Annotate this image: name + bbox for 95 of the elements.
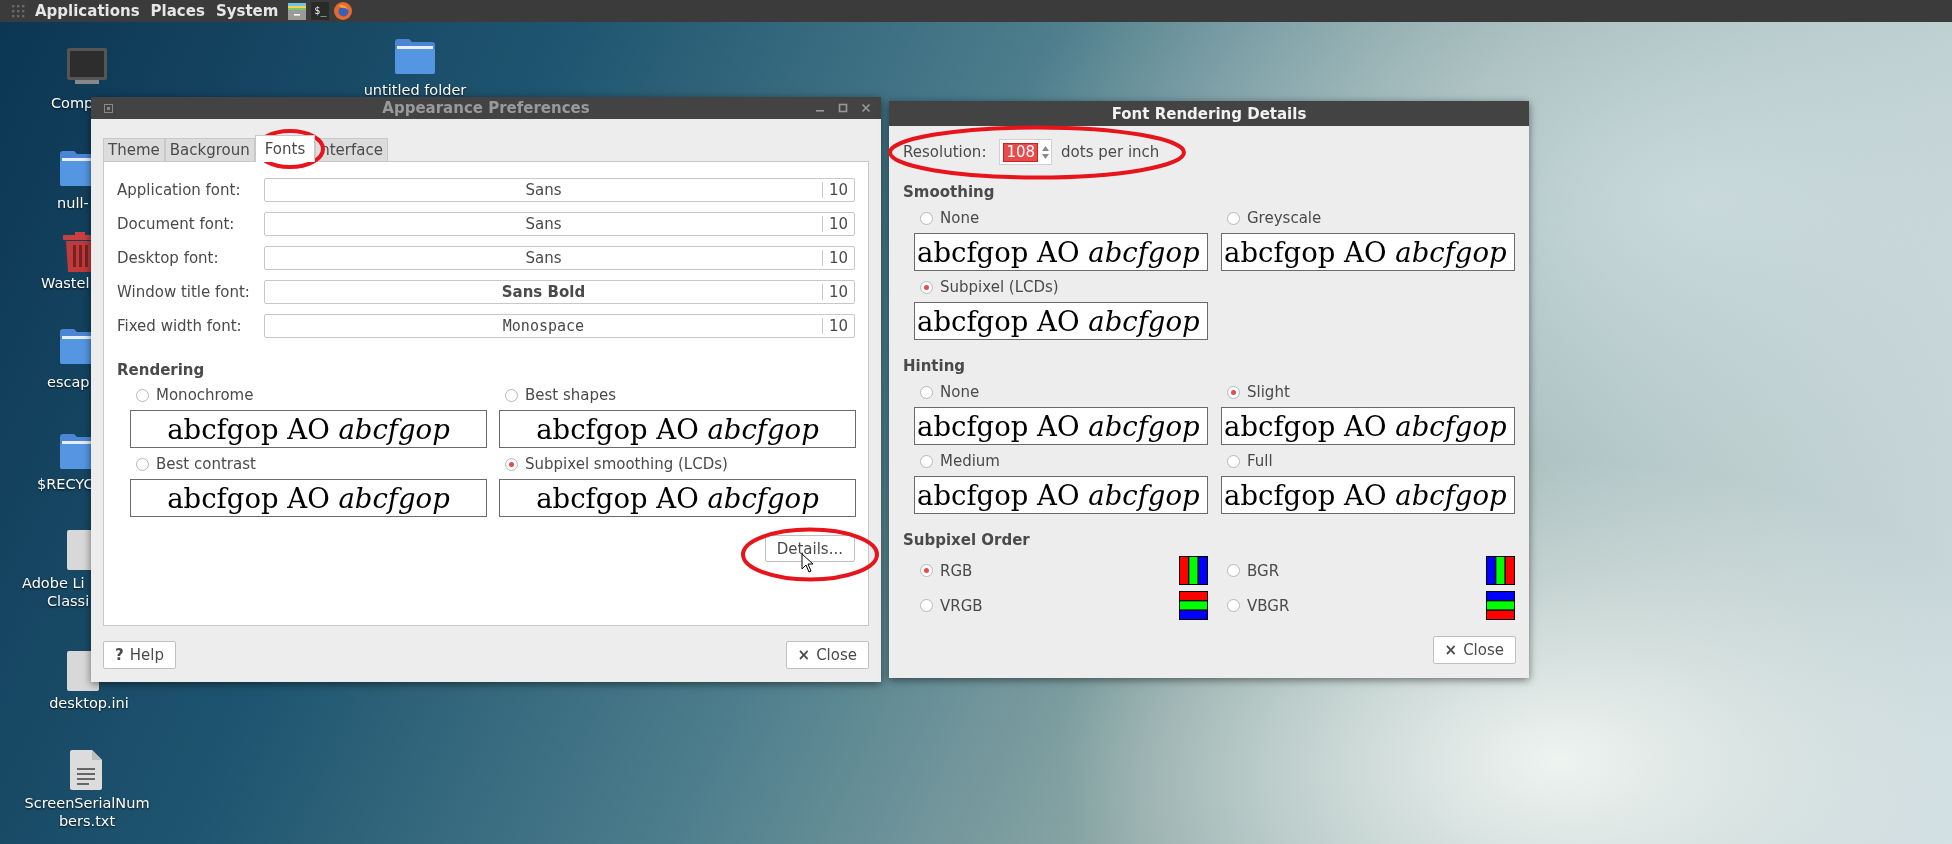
spin-down-icon[interactable]: [1042, 153, 1050, 159]
window-title: Font Rendering Details: [1111, 104, 1307, 123]
field-label: Window title font:: [117, 283, 251, 301]
radio-button[interactable]: [1227, 454, 1240, 468]
font-picker-button[interactable]: Monospace 10: [264, 314, 855, 338]
text-file-icon[interactable]: [70, 750, 102, 790]
radio-button[interactable]: [136, 388, 149, 402]
radio-button[interactable]: [920, 211, 933, 225]
radio-button[interactable]: [1227, 211, 1240, 225]
radio-label[interactable]: Best shapes: [525, 386, 617, 404]
radio-label[interactable]: Subpixel smoothing (LCDs): [525, 455, 728, 473]
font-preview: abcfgop AO abcfgop: [914, 407, 1208, 445]
field-label: Desktop font:: [117, 249, 220, 267]
panel-menu[interactable]: Places: [146, 2, 212, 20]
desktop-icon-label[interactable]: Comp: [51, 95, 94, 112]
font-preview: abcfgop AO abcfgop: [499, 479, 856, 517]
radio-label[interactable]: VRGB: [940, 596, 983, 615]
radio-button[interactable]: [1227, 564, 1240, 577]
section-heading: Subpixel Order: [903, 531, 1031, 549]
desktop-icon-label[interactable]: untitled folder: [363, 82, 467, 99]
apps-grid-icon[interactable]: [11, 4, 25, 18]
subpixel-order-icon: [1179, 556, 1208, 585]
section-heading: Hinting: [903, 357, 967, 375]
section-heading: Smoothing: [903, 183, 996, 201]
desktop-icon-label[interactable]: Adobe Li: [22, 575, 85, 592]
radio-label[interactable]: VBGR: [1247, 596, 1290, 615]
folder-icon[interactable]: [395, 38, 435, 74]
desktop-icon-label[interactable]: Wastel: [41, 275, 90, 292]
tab[interactable]: Theme: [103, 138, 165, 161]
field-label: Fixed width font:: [117, 317, 243, 335]
panel-menu[interactable]: Applications: [31, 2, 147, 20]
close-button[interactable]: × Close: [1432, 636, 1516, 664]
font-picker-button[interactable]: Sans 10: [264, 246, 855, 270]
radio-button[interactable]: [920, 564, 933, 577]
font-preview: abcfgop AO abcfgop: [1221, 476, 1515, 514]
desktop-icon-label[interactable]: null-: [57, 195, 89, 212]
font-picker-button[interactable]: Sans Bold 10: [264, 280, 855, 304]
tab[interactable]: Fonts: [254, 135, 316, 162]
radio-label[interactable]: None: [940, 383, 980, 401]
radio-label[interactable]: Monochrome: [156, 386, 254, 404]
subpixel-order-icon: [1486, 591, 1515, 620]
radio-button[interactable]: [920, 454, 933, 468]
radio-label[interactable]: Slight: [1247, 383, 1290, 401]
radio-button[interactable]: [505, 457, 518, 471]
field-label: Document font:: [117, 215, 236, 233]
radio-label[interactable]: None: [940, 209, 980, 227]
font-preview: abcfgop AO abcfgop: [130, 479, 487, 517]
font-preview: abcfgop AO abcfgop: [499, 410, 856, 448]
radio-button[interactable]: [1227, 385, 1240, 399]
font-preview: abcfgop AO abcfgop: [914, 476, 1208, 514]
radio-button[interactable]: [920, 599, 933, 612]
radio-button[interactable]: [136, 457, 149, 471]
font-preview: abcfgop AO abcfgop: [914, 233, 1208, 271]
subpixel-order-icon: [1486, 556, 1515, 585]
details-button[interactable]: Details...: [764, 535, 855, 562]
radio-button[interactable]: [505, 388, 518, 402]
unit-label: dots per inch: [1061, 143, 1160, 161]
field-label: Application font:: [117, 181, 242, 199]
radio-label[interactable]: BGR: [1247, 561, 1280, 580]
font-preview: abcfgop AO abcfgop: [1221, 233, 1515, 271]
mouse-pointer-icon: [801, 553, 814, 573]
desktop-icon-label[interactable]: desktop.ini: [49, 695, 129, 712]
desktop-icon-label[interactable]: ScreenSerialNum: [24, 795, 150, 812]
help-button[interactable]: ? Help: [103, 641, 176, 669]
font-picker-button[interactable]: Sans 10: [264, 178, 855, 202]
radio-button[interactable]: [920, 280, 933, 294]
font-preview: abcfgop AO abcfgop: [914, 302, 1208, 340]
browser-icon[interactable]: [333, 1, 354, 21]
font-picker-button[interactable]: Sans 10: [264, 212, 855, 236]
radio-label[interactable]: Full: [1247, 452, 1273, 470]
tab[interactable]: Backgroun: [164, 138, 255, 161]
radio-label[interactable]: Greyscale: [1247, 209, 1322, 227]
radio-label[interactable]: Medium: [940, 452, 1000, 470]
radio-label[interactable]: Subpixel (LCDs): [940, 278, 1059, 296]
font-preview: abcfgop AO abcfgop: [1221, 407, 1515, 445]
subpixel-order-icon: [1179, 591, 1208, 620]
font-preview: abcfgop AO abcfgop: [130, 410, 487, 448]
radio-label[interactable]: RGB: [940, 561, 973, 580]
radio-button[interactable]: [1227, 599, 1240, 612]
monitor-icon[interactable]: [67, 48, 107, 86]
window-title: Appearance Preferences: [382, 99, 590, 117]
terminal-icon[interactable]: $_: [311, 2, 330, 20]
panel-menu[interactable]: System: [211, 2, 286, 20]
file-manager-icon[interactable]: [287, 1, 308, 21]
radio-label[interactable]: Best contrast: [156, 455, 256, 473]
desktop-icon-label[interactable]: Classi: [47, 593, 90, 610]
field-label: Resolution:: [903, 143, 987, 161]
desktop-icon-label[interactable]: bers.txt: [58, 813, 116, 830]
desktop-icon-label[interactable]: escap: [47, 374, 90, 391]
resolution-spinbox[interactable]: 108: [999, 139, 1053, 165]
spin-up-icon[interactable]: [1042, 145, 1050, 151]
close-button[interactable]: × Close: [785, 641, 869, 669]
section-heading: Rendering: [117, 361, 206, 379]
radio-button[interactable]: [920, 385, 933, 399]
desktop-icon-label[interactable]: $RECYC: [37, 476, 94, 493]
